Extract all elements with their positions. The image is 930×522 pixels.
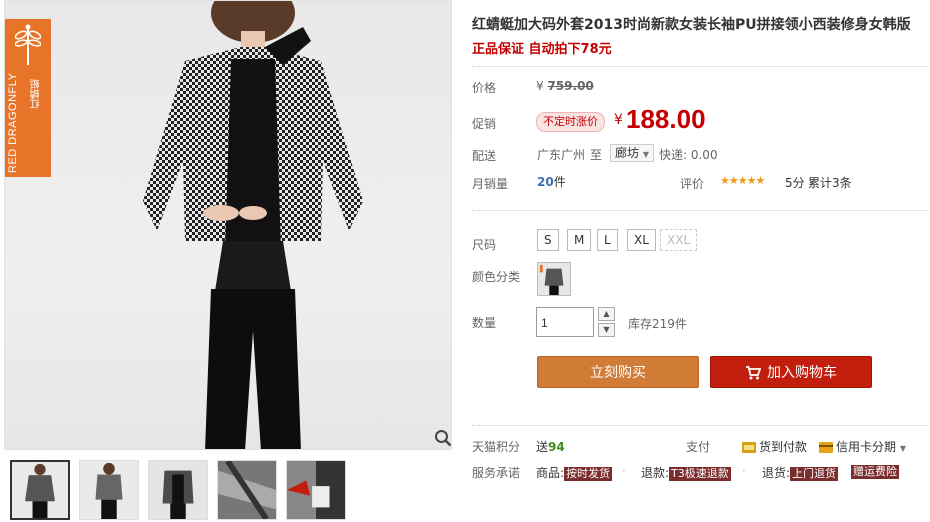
cod-text: 货到付款 (759, 440, 808, 454)
ship-to-word: 至 (590, 148, 603, 162)
chevron-down-icon: ▼ (603, 325, 610, 334)
cart-icon (746, 366, 761, 380)
points-value: 94 (548, 440, 565, 454)
sales-count: 20 (537, 175, 554, 189)
product-title: 红蜻蜓加大码外套2013时尚新款女装长袖PU拼接领小西装修身女韩版 (472, 17, 911, 33)
quantity-increase-button[interactable]: ▲ (598, 307, 615, 321)
dragonfly-icon (15, 24, 41, 65)
divider (472, 210, 928, 211)
original-price: ¥ 759.00 (536, 79, 594, 93)
ship-city-value: 廊坊 (615, 146, 640, 160)
add-to-cart-button[interactable]: 加入购物车 (710, 356, 872, 388)
promo-price: 188.00 (626, 104, 706, 134)
divider (472, 66, 928, 67)
thumbnail-3[interactable] (148, 460, 208, 520)
rating-stars-icon: ★★★★★ (720, 174, 765, 187)
brand-name-cn: 红蜻蜓 (31, 79, 42, 109)
promo-currency-symbol: ¥ (614, 112, 623, 128)
dot-separator: · (742, 464, 746, 478)
monthly-sales: 20件 (537, 173, 566, 190)
rating-label: 评价 (680, 177, 705, 191)
credit-text: 信用卡分期 (836, 440, 897, 454)
credit-installment[interactable]: 信用卡分期 ▼ (819, 438, 906, 455)
express-fee: 快递: 0.00 (659, 148, 718, 162)
fast-refund-badge: T3极速退款 (669, 467, 731, 481)
buy-now-button[interactable]: 立刻购买 (537, 356, 699, 388)
door-return-badge: 上门退货 (790, 467, 839, 481)
price-label: 价格 (472, 81, 497, 95)
model-photo (143, 1, 363, 449)
promise-refund-label: 退款: (641, 466, 670, 480)
size-option-s[interactable]: S (537, 229, 559, 251)
currency-symbol: ¥ (536, 79, 544, 93)
pay-label: 支付 (686, 440, 711, 454)
shipping-insurance-badge: 赠运费险 (851, 465, 899, 479)
brand-logo: RED DRAGONFLY 红蜻蜓 (5, 19, 51, 177)
shipping-label: 配送 (472, 149, 497, 163)
zoom-icon[interactable] (434, 429, 452, 447)
on-time-badge: 按时发货 (564, 467, 613, 481)
promo-label: 促销 (472, 117, 497, 131)
promise-extra: 赠运费险 (851, 464, 899, 479)
cod-icon (742, 442, 756, 453)
points-label: 天猫积分 (472, 440, 521, 454)
review-count-link[interactable]: 累计3条 (808, 174, 852, 191)
promise-goods: 商品: 按时发货 (536, 464, 613, 481)
sales-unit: 件 (553, 175, 566, 189)
size-option-l[interactable]: L (597, 229, 618, 251)
ship-from: 广东广州 (537, 148, 586, 162)
promise-return: 退货: 上门退货 (762, 464, 839, 481)
points-send: 送 (536, 440, 549, 454)
product-subtitle: 正品保证 自动拍下78元 (472, 42, 612, 57)
size-label: 尺码 (472, 238, 497, 252)
chevron-down-icon: ▼ (642, 150, 649, 159)
dot-separator: · (622, 464, 626, 478)
chevron-up-icon: ▲ (603, 309, 610, 318)
product-main-image[interactable]: RED DRAGONFLY 红蜻蜓 (4, 0, 452, 450)
quantity-label: 数量 (472, 316, 497, 330)
quantity-input[interactable]: 1 (536, 307, 594, 337)
size-option-xxl[interactable]: XXL (660, 229, 698, 251)
cod-badge: 货到付款 (742, 438, 807, 455)
ship-city-select[interactable]: 廊坊 ▼ (610, 144, 654, 162)
brand-name-en: RED DRAGONFLY (7, 72, 19, 173)
thumbnail-4[interactable] (217, 460, 277, 520)
promise-goods-label: 商品: (536, 466, 565, 480)
original-price-value: 759.00 (547, 79, 594, 93)
thumbnail-5[interactable] (286, 460, 346, 520)
promise-refund: 退款: T3极速退款 (641, 464, 731, 481)
size-option-xl[interactable]: XL (627, 229, 656, 251)
promise-label: 服务承诺 (472, 466, 521, 480)
color-label: 颜色分类 (472, 270, 521, 284)
chevron-down-icon: ▼ (899, 444, 906, 453)
promise-return-label: 退货: (762, 466, 791, 480)
points-info: 送94 (536, 438, 565, 455)
quantity-decrease-button[interactable]: ▼ (598, 323, 615, 337)
thumbnail-2[interactable] (79, 460, 139, 520)
divider (472, 425, 928, 426)
add-to-cart-label: 加入购物车 (767, 365, 837, 381)
promo-tag: 不定时涨价 (536, 112, 605, 132)
thumbnail-1[interactable] (10, 460, 70, 520)
size-option-m[interactable]: M (567, 229, 592, 251)
credit-card-icon (819, 442, 833, 453)
color-option-swatch[interactable] (537, 262, 571, 296)
sales-label: 月销量 (472, 177, 509, 191)
thumbnail-strip (10, 460, 450, 520)
rating-score: 5分 (785, 176, 805, 190)
stock-count: 库存219件 (628, 317, 687, 331)
